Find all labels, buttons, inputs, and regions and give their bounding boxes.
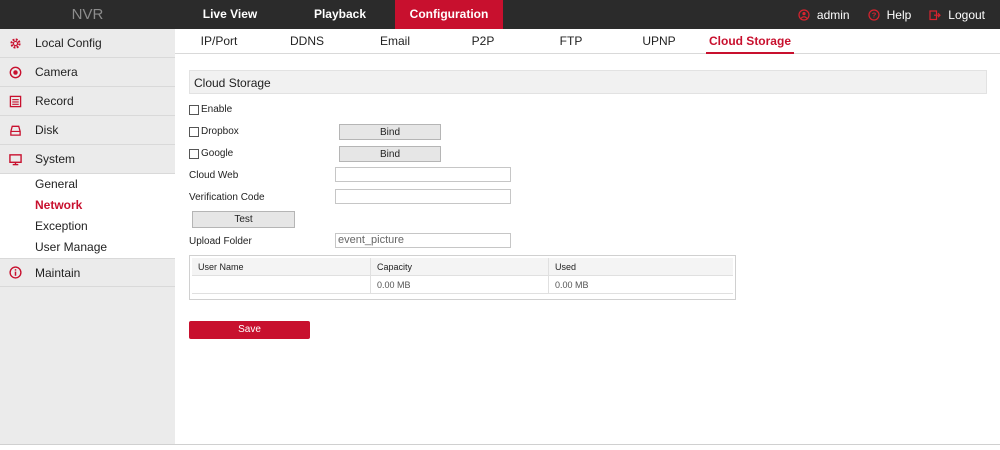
dropbox-label: Dropbox bbox=[201, 126, 239, 137]
header-user-name: User Name bbox=[198, 262, 244, 272]
system-submenu: General Network Exception User Manage bbox=[0, 174, 175, 258]
nav-live-view[interactable]: Live View bbox=[175, 0, 285, 29]
help-label: Help bbox=[886, 7, 912, 22]
sidebar-item-disk[interactable]: Disk bbox=[0, 116, 175, 145]
sidebar-item-label: Camera bbox=[35, 65, 78, 79]
svg-text:?: ? bbox=[871, 10, 876, 19]
sidebar-item-label: Local Config bbox=[35, 36, 102, 50]
camera-icon bbox=[8, 65, 22, 79]
table-header: User Name Capacity Used bbox=[192, 258, 733, 276]
submenu-item-network[interactable]: Network bbox=[0, 195, 175, 216]
verification-label: Verification Code bbox=[189, 192, 265, 203]
tab-cloud-storage[interactable]: Cloud Storage bbox=[706, 29, 794, 54]
save-button[interactable]: Save bbox=[189, 321, 310, 339]
enable-row: Enable bbox=[189, 104, 232, 115]
record-icon bbox=[8, 94, 22, 108]
footer-divider bbox=[0, 444, 1000, 450]
logout-icon bbox=[929, 9, 942, 20]
top-bar: NVR Live View Playback Configuration adm… bbox=[0, 0, 1000, 29]
sidebar-item-label: Disk bbox=[35, 123, 59, 137]
dropbox-checkbox[interactable] bbox=[189, 126, 199, 137]
cell-user-name bbox=[192, 276, 370, 294]
tab-ddns[interactable]: DDNS bbox=[263, 29, 351, 54]
google-bind-button[interactable]: Bind bbox=[339, 146, 441, 162]
sidebar-item-record[interactable]: Record bbox=[0, 87, 175, 116]
tab-p2p[interactable]: P2P bbox=[439, 29, 527, 54]
tab-ftp[interactable]: FTP bbox=[527, 29, 615, 54]
verification-row: Verification Code bbox=[189, 192, 265, 203]
network-tab-bar: IP/Port DDNS Email P2P FTP UPNP Cloud St… bbox=[175, 29, 1000, 54]
header-used: Used bbox=[548, 258, 733, 276]
brand-logo: NVR bbox=[71, 6, 104, 23]
user-name: admin bbox=[816, 7, 850, 22]
enable-label: Enable bbox=[201, 104, 233, 115]
tab-upnp[interactable]: UPNP bbox=[615, 29, 703, 54]
sidebar-item-camera[interactable]: Camera bbox=[0, 58, 175, 87]
nav-configuration[interactable]: Configuration bbox=[395, 0, 503, 29]
top-right-menu: admin ? Help Logout bbox=[780, 0, 985, 29]
cloud-web-label: Cloud Web bbox=[189, 170, 239, 181]
logout-link[interactable]: Logout bbox=[929, 8, 985, 22]
tab-ip-port[interactable]: IP/Port bbox=[175, 29, 263, 54]
sidebar-item-local-config[interactable]: Local Config bbox=[0, 29, 175, 58]
cloud-account-table: User Name Capacity Used 0.00 MB 0.00 MB bbox=[189, 255, 736, 300]
tab-email[interactable]: Email bbox=[351, 29, 439, 54]
help-icon: ? bbox=[868, 8, 880, 21]
gear-icon bbox=[8, 36, 22, 50]
sidebar-item-label: System bbox=[35, 152, 76, 166]
sidebar-item-maintain[interactable]: Maintain bbox=[0, 258, 175, 287]
cloud-storage-panel: Cloud Storage bbox=[189, 70, 987, 94]
test-button[interactable]: Test bbox=[192, 211, 295, 228]
enable-checkbox[interactable] bbox=[189, 104, 199, 115]
submenu-item-general[interactable]: General bbox=[0, 174, 175, 195]
upload-folder-row: Upload Folder bbox=[189, 236, 252, 247]
info-icon bbox=[8, 266, 22, 280]
header-capacity: Capacity bbox=[370, 258, 548, 276]
google-label: Google bbox=[201, 148, 234, 159]
google-row: Google bbox=[189, 148, 233, 159]
submenu-item-exception[interactable]: Exception bbox=[0, 216, 175, 237]
submenu-item-user-manage[interactable]: User Manage bbox=[0, 237, 175, 258]
sidebar-item-system[interactable]: System bbox=[0, 145, 175, 174]
top-nav: Live View Playback Configuration bbox=[175, 0, 503, 29]
cell-capacity: 0.00 MB bbox=[370, 276, 548, 294]
dropbox-bind-button[interactable]: Bind bbox=[339, 124, 441, 140]
logout-label: Logout bbox=[948, 7, 985, 22]
cloud-web-row: Cloud Web bbox=[189, 170, 238, 181]
sidebar-item-label: Maintain bbox=[35, 265, 81, 280]
google-checkbox[interactable] bbox=[189, 148, 199, 159]
dropbox-row: Dropbox bbox=[189, 126, 239, 137]
section-title: Cloud Storage bbox=[189, 70, 987, 94]
disk-icon bbox=[8, 123, 22, 137]
user-icon bbox=[798, 8, 810, 21]
help-link[interactable]: ? Help bbox=[868, 7, 912, 22]
cell-used: 0.00 MB bbox=[548, 276, 733, 294]
sidebar: Local Config Camera Record Disk System G… bbox=[0, 29, 175, 444]
verification-code-field[interactable] bbox=[335, 189, 511, 204]
sidebar-item-label: Record bbox=[35, 94, 74, 108]
table-row: 0.00 MB 0.00 MB bbox=[192, 276, 733, 294]
user-menu[interactable]: admin bbox=[798, 8, 850, 22]
monitor-icon bbox=[8, 152, 22, 166]
nav-playback[interactable]: Playback bbox=[285, 0, 395, 29]
cloud-web-field[interactable] bbox=[335, 167, 511, 182]
upload-folder-label: Upload Folder bbox=[189, 236, 252, 247]
upload-folder-field[interactable]: event_picture bbox=[335, 233, 511, 248]
